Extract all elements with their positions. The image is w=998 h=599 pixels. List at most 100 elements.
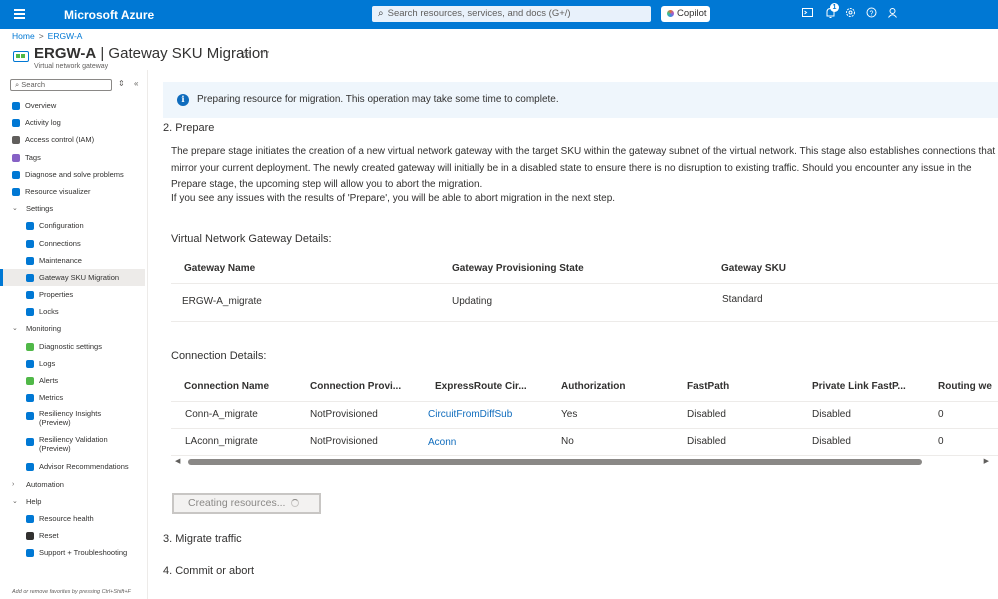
sidebar-item-configuration[interactable]: Configuration [0,217,145,234]
sidebar-item-resource-health[interactable]: Resource health [0,510,145,527]
copilot-label: Copilot [677,8,707,19]
sidebar-item-connections[interactable]: Connections [0,235,145,252]
sidebar-item-diagnostic-settings[interactable]: Diagnostic settings [0,338,145,355]
sidebar-item-monitoring[interactable]: ⌄ Monitoring [0,320,145,337]
global-search-input[interactable]: ⌕ Search resources, services, and docs (… [372,6,651,22]
column-header[interactable]: Gateway SKU [721,263,786,274]
column-header[interactable]: FastPath [687,381,729,392]
column-header[interactable]: ExpressRoute Cir... [435,381,527,392]
breadcrumb: Home > ERGW-A [12,31,82,41]
feedback-icon[interactable] [887,7,898,18]
sidebar-item-help[interactable]: ⌄ Help [0,493,145,510]
table-row: LAconn_migrate NotProvisioned Aconn No D… [171,429,998,456]
scroll-right-icon[interactable]: ▶ [984,457,989,465]
search-placeholder: Search resources, services, and docs (G+… [387,8,571,19]
column-header[interactable]: Connection Provi... [310,381,401,392]
sidebar-item-gateway-sku-migration[interactable]: Gateway SKU Migration [0,268,145,287]
column-header[interactable]: Routing we [938,381,992,392]
health-icon [26,514,34,523]
private-link-fastpath-cell: Disabled [812,409,851,420]
page-title: ERGW-A | Gateway SKU Migration [34,45,269,62]
sidebar-item-overview[interactable]: Overview [0,97,145,114]
sidebar-item-logs[interactable]: Logs [0,355,145,372]
logs-icon [26,359,34,368]
circuit-link[interactable]: Aconn [428,437,456,448]
sidebar-item-resiliency-validation[interactable]: Resiliency Validation (Preview) [0,432,145,458]
visualizer-icon [12,187,20,196]
configuration-icon [26,222,34,231]
sidebar-search-placeholder: Search [21,80,46,89]
favorite-star-icon[interactable]: ☆ [240,47,251,61]
more-options-icon[interactable]: ··· [259,46,270,58]
portal-brand[interactable]: Microsoft Azure [64,8,154,22]
collapse-sidebar-icon[interactable]: « [134,79,138,88]
column-header[interactable]: Authorization [561,381,625,392]
gateway-details-title: Virtual Network Gateway Details: [171,233,332,245]
sidebar-item-label: Alerts [39,376,59,385]
sidebar-item-label: Overview [25,101,57,110]
help-icon[interactable]: ? [866,7,877,18]
connection-details-table: Connection Name Connection Provi... Expr… [171,373,998,456]
sort-icon[interactable]: ⇕ [118,79,125,88]
scrollbar-thumb[interactable] [188,459,922,465]
creating-resources-label: Creating resources... [188,497,286,509]
sidebar-item-reset[interactable]: Reset [0,527,145,544]
sidebar-item-access-control-iam[interactable]: Access control (IAM) [0,131,145,148]
sidebar-item-label: Advisor Recommendations [39,462,129,472]
support-icon [26,549,34,558]
sidebar-group-label: Automation [26,479,64,489]
column-header[interactable]: Private Link FastP... [812,381,906,392]
sidebar-item-tags[interactable]: Tags [0,149,145,166]
sidebar-item-resiliency-insights[interactable]: Resiliency Insights (Preview) [0,406,145,432]
prepare-abort-note: If you see any issues with the results o… [171,193,616,204]
sidebar-item-alerts[interactable]: Alerts [0,372,145,389]
circuit-link[interactable]: CircuitFromDiffSub [428,409,512,420]
sidebar-item-automation[interactable]: › Automation [0,476,145,493]
search-icon: ⌕ [378,8,384,19]
breadcrumb-current[interactable]: ERGW-A [48,31,83,41]
sidebar-item-label: Properties [39,290,74,300]
sidebar-item-label: Resource visualizer [25,186,91,196]
wrench-icon [12,170,20,179]
gateway-name-cell: ERGW-A_migrate [182,296,262,307]
connections-icon [26,239,34,248]
sidebar-nav: Overview Activity log Access control (IAM)… [0,97,145,562]
sidebar-item-diagnose-and-solve-problems[interactable]: Diagnose and solve problems [0,166,145,183]
resource-type: Virtual network gateway [34,63,109,70]
sidebar-item-activity-log[interactable]: Activity log [0,114,145,131]
connection-details-title: Connection Details: [171,350,267,362]
connection-name-cell: LAconn_migrate [185,436,258,447]
sidebar-item-label-line2: (Preview) [39,444,71,454]
sidebar-item-resource-visualizer[interactable]: Resource visualizer [0,183,145,200]
provisioning-state-cell: Updating [452,296,493,307]
info-banner: i Preparing resource for migration. This… [163,82,998,118]
sidebar-search-input[interactable]: ⌕ Search [10,79,112,91]
sidebar-item-maintenance[interactable]: Maintenance [0,252,145,269]
sidebar-item-properties[interactable]: Properties [0,286,145,303]
cloud-shell-icon[interactable] [802,7,813,18]
sidebar-item-label: Resiliency Validation (Preview) [39,435,108,453]
column-header[interactable]: Gateway Provisioning State [452,263,584,274]
scroll-left-icon[interactable]: ◀ [175,457,180,465]
sidebar-item-support-troubleshooting[interactable]: Support + Troubleshooting [0,544,145,561]
copilot-icon [667,10,674,17]
sidebar-item-advisor-recommendations[interactable]: Advisor Recommendations [0,458,145,475]
copilot-button[interactable]: Copilot [661,6,710,22]
sidebar-item-settings[interactable]: ⌄ Settings [0,200,145,217]
settings-icon[interactable] [845,7,856,18]
column-header[interactable]: Connection Name [184,381,269,392]
authorization-cell: Yes [561,409,578,420]
info-banner-text: Preparing resource for migration. This o… [197,94,559,105]
sidebar-item-label: Activity log [25,118,61,128]
sidebar-item-locks[interactable]: Locks [0,303,145,320]
creating-resources-button[interactable]: Creating resources... [172,493,321,514]
sidebar-item-label: Metrics [39,393,64,403]
properties-icon [26,291,34,300]
column-header[interactable]: Gateway Name [184,263,255,274]
sidebar-item-metrics[interactable]: Metrics [0,389,145,406]
gateway-details-table: Gateway Name Gateway Provisioning State … [171,255,998,322]
horizontal-scrollbar[interactable]: ◀ ▶ [171,456,993,467]
chevron-down-icon: ⌄ [12,325,18,333]
breadcrumb-home[interactable]: Home [12,31,35,41]
menu-icon[interactable] [14,9,25,19]
